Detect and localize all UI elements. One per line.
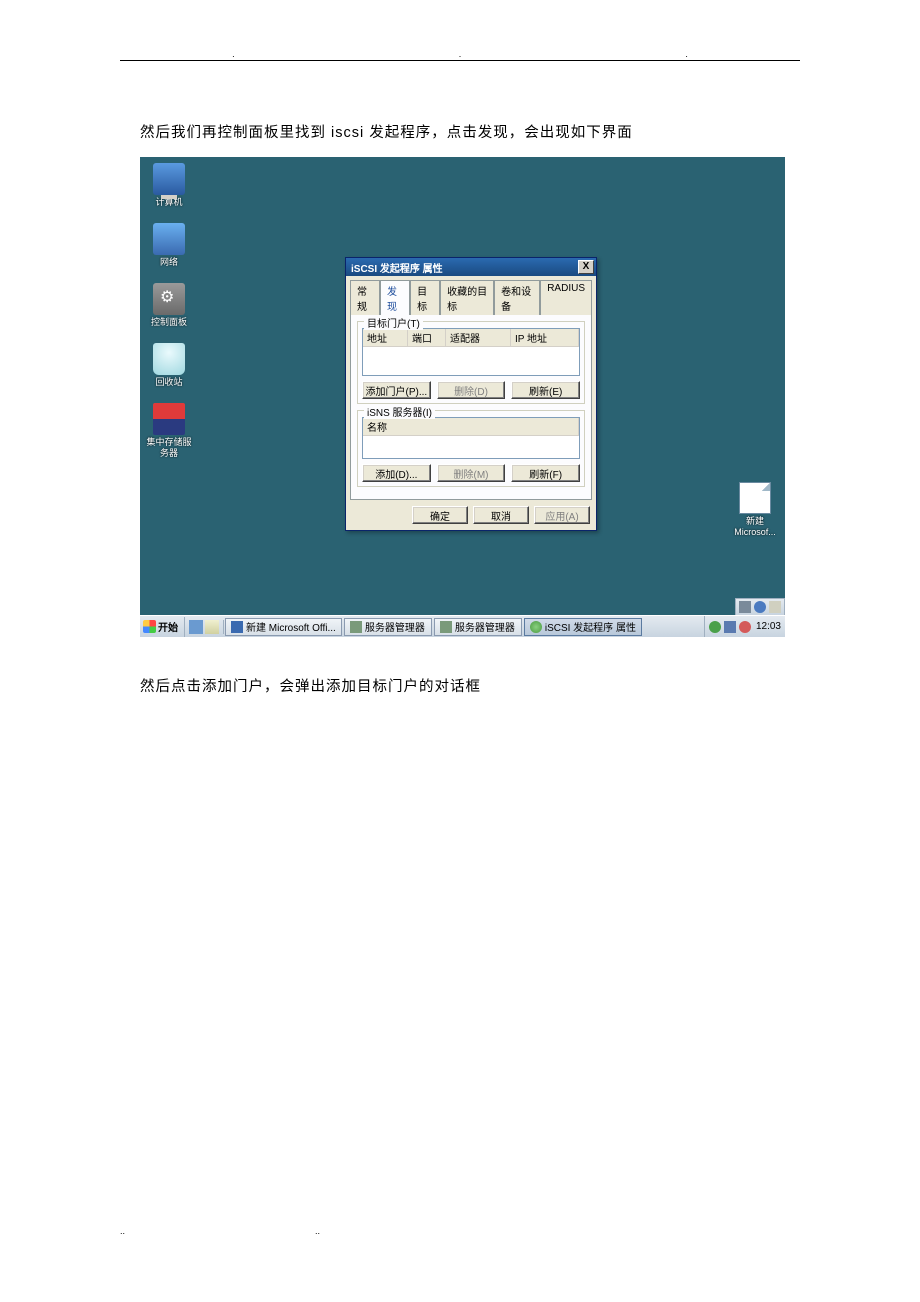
tray-above-bar: [735, 598, 785, 615]
quick-launch: [185, 620, 224, 634]
portals-button-row: 添加门户(P)... 删除(D) 刷新(E): [362, 381, 580, 399]
iscsi-icon: [530, 621, 542, 633]
tab-radius[interactable]: RADIUS: [540, 280, 592, 315]
desktop-icon-label: 回收站: [145, 377, 193, 388]
explorer-icon[interactable]: [205, 620, 219, 634]
start-label: 开始: [158, 619, 178, 634]
group-legend: 目标门户(T): [364, 315, 423, 330]
refresh-portals-button[interactable]: 刷新(E): [511, 381, 580, 399]
desktop-icon-computer[interactable]: 计算机: [145, 163, 193, 208]
desktop-icon-label: 集中存储服务器: [145, 437, 193, 459]
taskbar-item-servermgr1[interactable]: 服务器管理器: [344, 618, 432, 636]
taskbar-item-iscsi[interactable]: iSCSI 发起程序 属性: [524, 618, 642, 636]
group-legend: iSNS 服务器(I): [364, 404, 435, 419]
expand-icon[interactable]: [769, 601, 781, 613]
taskbar-clock: 12:03: [754, 621, 781, 632]
desktop-icon-control-panel[interactable]: 控制面板: [145, 283, 193, 328]
desktop-icon-network[interactable]: 网络: [145, 223, 193, 268]
paragraph-2: 然后点击添加门户，会弹出添加目标门户的对话框: [140, 675, 780, 696]
document-page: ... 然后我们再控制面板里找到 iscsi 发起程序，点击发现，会出现如下界面…: [0, 0, 920, 1236]
list-headers: 名称: [363, 418, 579, 436]
col-ip[interactable]: IP 地址: [511, 329, 579, 346]
header-dots: ...: [120, 49, 800, 59]
col-name[interactable]: 名称: [363, 418, 579, 435]
start-button[interactable]: 开始: [140, 617, 185, 637]
header-rule: ...: [120, 60, 800, 61]
system-tray: 12:03: [704, 616, 785, 637]
dialog-tabs: 常规 发现 目标 收藏的目标 卷和设备 RADIUS: [350, 280, 592, 315]
taskbar-item-servermgr2[interactable]: 服务器管理器: [434, 618, 522, 636]
document-icon: [739, 482, 771, 514]
isns-servers-group: iSNS 服务器(I) 名称 添加(D)... 删除(M) 刷新(F): [357, 410, 585, 487]
show-desktop-icon[interactable]: [189, 620, 203, 634]
remove-portal-button: 删除(D): [437, 381, 506, 399]
tab-discovery[interactable]: 发现: [380, 280, 410, 315]
list-headers: 地址 端口 适配器 IP 地址: [363, 329, 579, 347]
tab-volumes[interactable]: 卷和设备: [494, 280, 540, 315]
add-isns-button[interactable]: 添加(D)...: [362, 464, 431, 482]
desktop-icon-storage-server[interactable]: 集中存储服务器: [145, 403, 193, 459]
desktop-icon-new-file[interactable]: 新建 Microsof...: [731, 482, 779, 538]
help-icon[interactable]: [754, 601, 766, 613]
taskbar-item-label: 服务器管理器: [455, 619, 515, 634]
paragraph-1: 然后我们再控制面板里找到 iscsi 发起程序，点击发现，会出现如下界面: [140, 121, 780, 142]
server-icon: [350, 621, 362, 633]
tab-targets[interactable]: 目标: [410, 280, 440, 315]
portals-listbox[interactable]: 地址 端口 适配器 IP 地址: [362, 328, 580, 376]
screenshot-desktop: 计算机 网络 控制面板 回收站 集中存储服务器 新建 Microsof... i…: [140, 157, 785, 637]
apply-button: 应用(A): [534, 506, 590, 524]
ok-button[interactable]: 确定: [412, 506, 468, 524]
col-address[interactable]: 地址: [363, 329, 408, 346]
taskbar-item-label: 新建 Microsoft Offi...: [246, 619, 336, 634]
word-icon: [231, 621, 243, 633]
storage-server-icon: [153, 403, 185, 435]
control-panel-icon: [153, 283, 185, 315]
dialog-footer-buttons: 确定 取消 应用(A): [352, 506, 590, 524]
remove-isns-button: 删除(M): [437, 464, 506, 482]
footer-dots: ....: [120, 1226, 800, 1236]
desktop-icon-label: 新建 Microsof...: [731, 516, 779, 538]
computer-icon: [153, 163, 185, 195]
add-portal-button[interactable]: 添加门户(P)...: [362, 381, 431, 399]
taskbar-item-label: iSCSI 发起程序 属性: [545, 619, 636, 634]
keyboard-icon[interactable]: [739, 601, 751, 613]
iscsi-properties-dialog: iSCSI 发起程序 属性 X 常规 发现 目标 收藏的目标 卷和设备 RADI…: [345, 257, 597, 531]
isns-button-row: 添加(D)... 删除(M) 刷新(F): [362, 464, 580, 482]
taskbar: 开始 新建 Microsoft Offi... 服务器管理器 服务器管理器 iS…: [140, 615, 785, 637]
dialog-title: iSCSI 发起程序 属性: [348, 260, 578, 275]
tab-panel-discovery: 目标门户(T) 地址 端口 适配器 IP 地址 添加门户(P)... 删除(D)…: [350, 314, 592, 500]
taskbar-item-label: 服务器管理器: [365, 619, 425, 634]
recycle-bin-icon: [153, 343, 185, 375]
taskbar-item-word[interactable]: 新建 Microsoft Offi...: [225, 618, 342, 636]
tray-icon-2[interactable]: [724, 621, 736, 633]
security-tray-icon[interactable]: [739, 621, 751, 633]
close-button[interactable]: X: [578, 260, 594, 274]
refresh-isns-button[interactable]: 刷新(F): [511, 464, 580, 482]
target-portals-group: 目标门户(T) 地址 端口 适配器 IP 地址 添加门户(P)... 删除(D)…: [357, 321, 585, 404]
desktop-icon-label: 控制面板: [145, 317, 193, 328]
cancel-button[interactable]: 取消: [473, 506, 529, 524]
tab-favorites[interactable]: 收藏的目标: [440, 280, 494, 315]
desktop-icon-recycle-bin[interactable]: 回收站: [145, 343, 193, 388]
desktop-icon-label: 网络: [145, 257, 193, 268]
isns-listbox[interactable]: 名称: [362, 417, 580, 459]
col-adapter[interactable]: 适配器: [446, 329, 511, 346]
dialog-titlebar[interactable]: iSCSI 发起程序 属性 X: [346, 258, 596, 276]
col-port[interactable]: 端口: [408, 329, 446, 346]
network-tray-icon[interactable]: [709, 621, 721, 633]
tab-general[interactable]: 常规: [350, 280, 380, 315]
network-icon: [153, 223, 185, 255]
server-icon: [440, 621, 452, 633]
